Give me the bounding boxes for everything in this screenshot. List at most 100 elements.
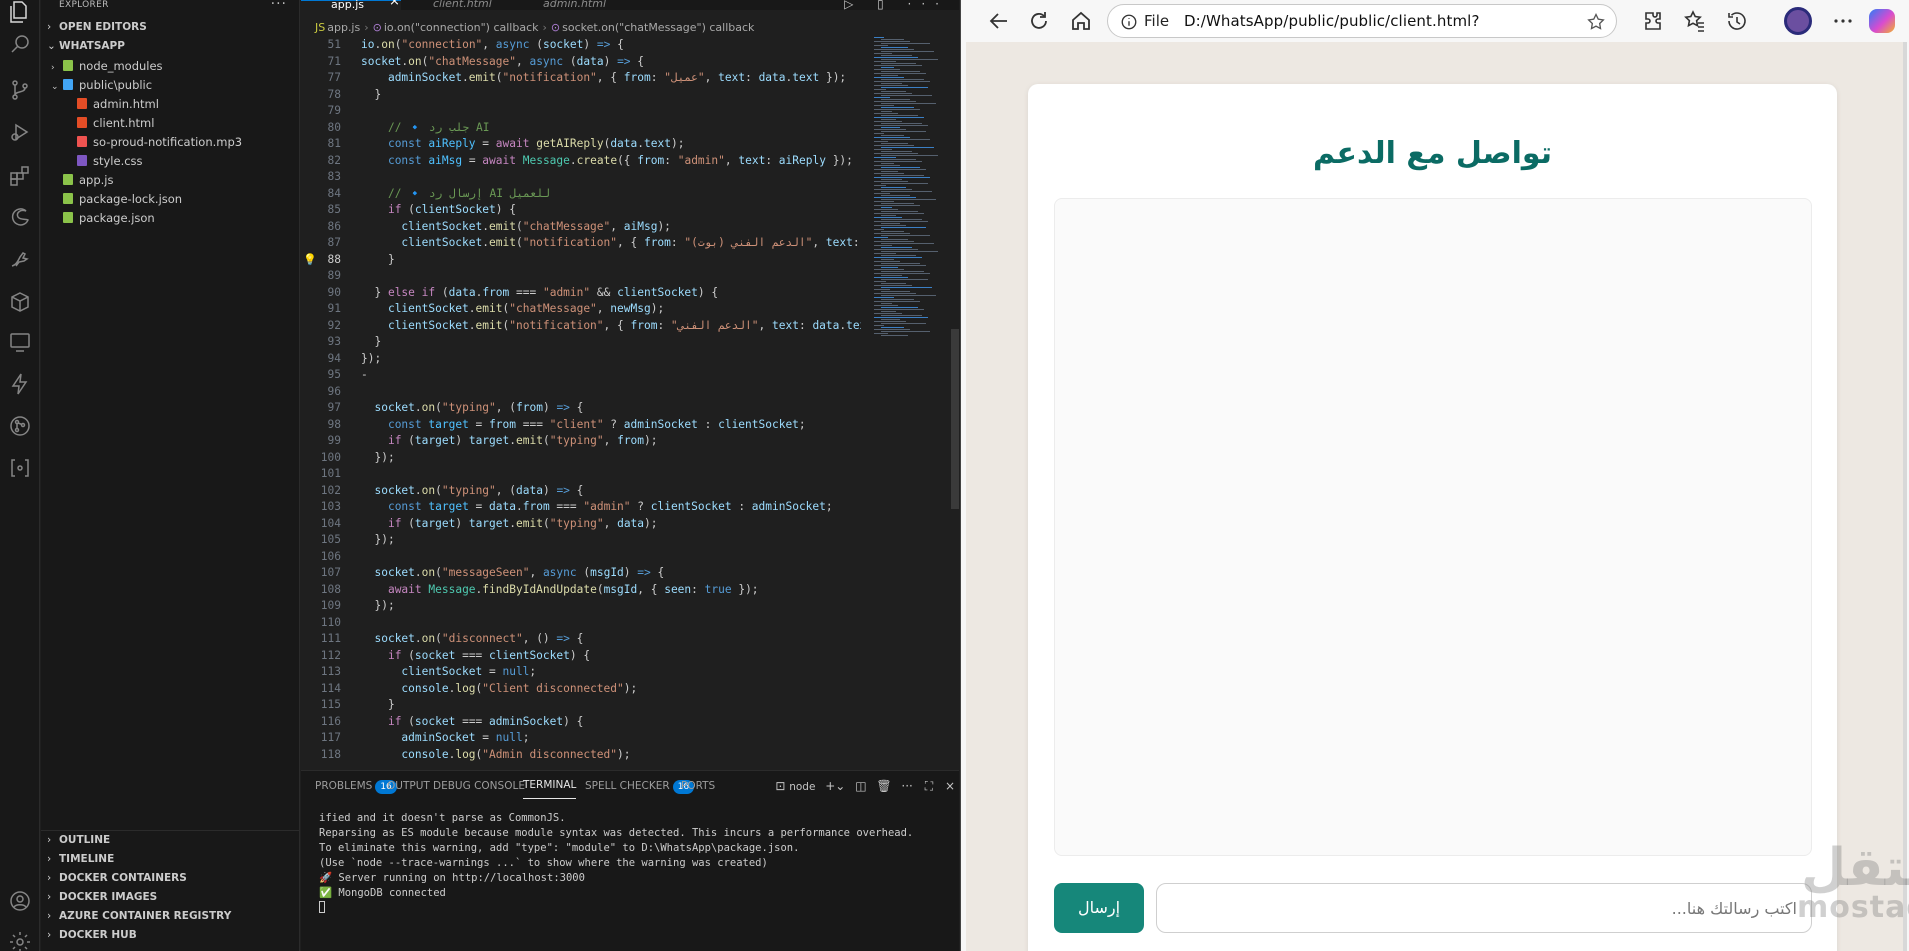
address-bar[interactable]: File D:/WhatsApp/public/public/client.ht… bbox=[1107, 4, 1617, 38]
tree-item[interactable]: › node_modules bbox=[41, 57, 300, 76]
tab-client-html[interactable]: client.html bbox=[401, 0, 511, 10]
extensions-puzzle-icon[interactable] bbox=[1641, 9, 1665, 33]
tree-item[interactable]: package.json bbox=[41, 209, 300, 228]
tree-item[interactable]: admin.html bbox=[41, 95, 300, 114]
info-icon[interactable] bbox=[1120, 13, 1138, 31]
minimap-line bbox=[874, 217, 902, 218]
editor-scrollbar[interactable] bbox=[949, 37, 959, 770]
sidebar-section[interactable]: › OUTLINE bbox=[41, 831, 300, 850]
activity-bar bbox=[0, 0, 40, 951]
tree-item[interactable]: app.js bbox=[41, 171, 300, 190]
minimap-line bbox=[874, 273, 930, 274]
git-graph-icon[interactable] bbox=[8, 414, 32, 438]
tab-app-js[interactable]: app.js × bbox=[301, 0, 401, 10]
tree-item-label: public\public bbox=[79, 78, 153, 92]
sidebar-section[interactable]: › TIMELINE bbox=[41, 850, 300, 869]
tree-item[interactable]: so-proud-notification.mp3 bbox=[41, 133, 300, 152]
code-line: 108 await Message.findByIdAndUpdate(msgI… bbox=[301, 582, 861, 599]
panel-tab[interactable]: DEBUG CONSOLE bbox=[433, 771, 525, 801]
profile-avatar[interactable] bbox=[1784, 7, 1812, 35]
home-icon[interactable] bbox=[1069, 9, 1093, 33]
tree-item[interactable]: style.css bbox=[41, 152, 300, 171]
chat-messages-area[interactable] bbox=[1054, 198, 1812, 856]
more-actions-icon[interactable]: ··· bbox=[271, 0, 287, 12]
tab-admin-html[interactable]: admin.html bbox=[511, 0, 621, 10]
tree-item[interactable]: ⌄ public\public bbox=[41, 76, 300, 95]
close-panel-icon[interactable]: × bbox=[945, 779, 955, 793]
remote-explorer-icon[interactable] bbox=[8, 330, 32, 354]
code-text: await Message.findByIdAndUpdate(msgId, {… bbox=[387, 582, 759, 596]
minimap-line bbox=[881, 303, 892, 304]
minimap-line bbox=[881, 299, 914, 300]
minimap-line bbox=[874, 169, 926, 170]
minimap-line bbox=[874, 309, 924, 310]
back-arrow-icon[interactable] bbox=[987, 9, 1011, 33]
lightbulb-icon[interactable]: 💡 bbox=[303, 252, 317, 269]
split-terminal-icon[interactable]: ◫ bbox=[855, 779, 866, 793]
tree-item[interactable]: package-lock.json bbox=[41, 190, 300, 209]
open-editors-section[interactable]: › OPEN EDITORS bbox=[41, 18, 300, 37]
tree-item-label: admin.html bbox=[93, 97, 159, 111]
terminal-prompt[interactable] bbox=[319, 901, 949, 916]
favorite-star-icon[interactable] bbox=[1586, 12, 1606, 32]
terminal-shell-label[interactable]: node bbox=[789, 781, 815, 793]
bracket-icon[interactable] bbox=[8, 456, 32, 480]
scrollbar-thumb[interactable] bbox=[951, 329, 959, 509]
code-text: } bbox=[361, 698, 395, 711]
copilot-icon[interactable] bbox=[1869, 9, 1895, 33]
refresh-icon[interactable] bbox=[1027, 9, 1051, 33]
account-icon[interactable] bbox=[8, 889, 32, 913]
minimap-line bbox=[874, 129, 906, 130]
kangaroo-icon[interactable] bbox=[8, 248, 32, 272]
lightning-icon[interactable] bbox=[8, 372, 32, 396]
tree-item[interactable]: client.html bbox=[41, 114, 300, 133]
send-button[interactable]: إرسال bbox=[1054, 883, 1144, 933]
panel-tab[interactable]: PORTS bbox=[681, 771, 715, 801]
more-actions-icon[interactable]: ··· bbox=[901, 779, 912, 793]
search-icon[interactable] bbox=[8, 32, 32, 56]
minimap-line bbox=[881, 219, 922, 220]
favorites-icon[interactable] bbox=[1683, 9, 1707, 33]
panel-tab[interactable]: OUTPUT bbox=[387, 771, 430, 801]
more-menu-icon[interactable] bbox=[1831, 9, 1855, 33]
terminal-output[interactable]: ified and it doesn't parse as CommonJS. R… bbox=[319, 811, 949, 916]
maximize-panel-icon[interactable]: ⛶ bbox=[925, 779, 933, 793]
minimap-line bbox=[881, 159, 916, 160]
panel-tab[interactable]: PROBLEMS 16 bbox=[315, 771, 397, 801]
address-url[interactable]: D:/WhatsApp/public/public/client.html? bbox=[1184, 5, 1480, 37]
containers-icon[interactable] bbox=[8, 290, 32, 314]
panel-tab[interactable]: TERMINAL bbox=[523, 771, 577, 799]
settings-gear-icon[interactable] bbox=[8, 930, 32, 951]
message-input[interactable] bbox=[1156, 883, 1812, 933]
history-icon[interactable] bbox=[1725, 9, 1749, 33]
minimap-line bbox=[874, 269, 904, 270]
editor-actions[interactable]: ▷ ▯ ··· bbox=[844, 0, 949, 10]
sidebar-section[interactable]: › DOCKER HUB bbox=[41, 926, 300, 945]
close-icon[interactable]: × bbox=[389, 0, 400, 8]
code-text: }); bbox=[361, 599, 395, 612]
minimap-line bbox=[881, 179, 902, 180]
browser-toolbar: File D:/WhatsApp/public/public/client.ht… bbox=[961, 0, 1909, 42]
workspace-section[interactable]: ⌄ WHATSAPP bbox=[41, 37, 300, 56]
sidebar-section[interactable]: › AZURE CONTAINER REGISTRY bbox=[41, 907, 300, 926]
code-text: const aiReply = await getAIReply(data.te… bbox=[387, 137, 685, 150]
trash-icon[interactable]: 🗑 bbox=[876, 779, 891, 793]
minimap[interactable] bbox=[866, 37, 946, 770]
terminal-cursor bbox=[319, 901, 325, 913]
sidebar-section[interactable]: › DOCKER IMAGES bbox=[41, 888, 300, 907]
line-number: 77 bbox=[327, 71, 341, 84]
explorer-icon[interactable] bbox=[8, 0, 32, 24]
chevron-right-icon: › bbox=[47, 929, 52, 941]
minimap-line bbox=[874, 289, 890, 290]
add-terminal-icon[interactable]: +⌄ bbox=[825, 779, 845, 793]
page-scrollbar[interactable] bbox=[1903, 42, 1907, 951]
tab-label: admin.html bbox=[543, 0, 607, 10]
edge-tools-icon[interactable] bbox=[8, 206, 32, 230]
breadcrumb[interactable]: JS app.js › ⊙ io.on("connection") callback › ⊙… bbox=[301, 18, 754, 38]
sidebar-section[interactable]: › DOCKER CONTAINERS bbox=[41, 869, 300, 888]
panel-tab[interactable]: SPELL CHECKER 16 bbox=[585, 771, 695, 801]
code-editor[interactable]: 51 io.on("connection", async (socket) => … bbox=[301, 37, 861, 770]
source-control-icon[interactable] bbox=[8, 78, 32, 102]
run-debug-icon[interactable] bbox=[8, 120, 32, 144]
extensions-icon[interactable] bbox=[8, 164, 32, 188]
